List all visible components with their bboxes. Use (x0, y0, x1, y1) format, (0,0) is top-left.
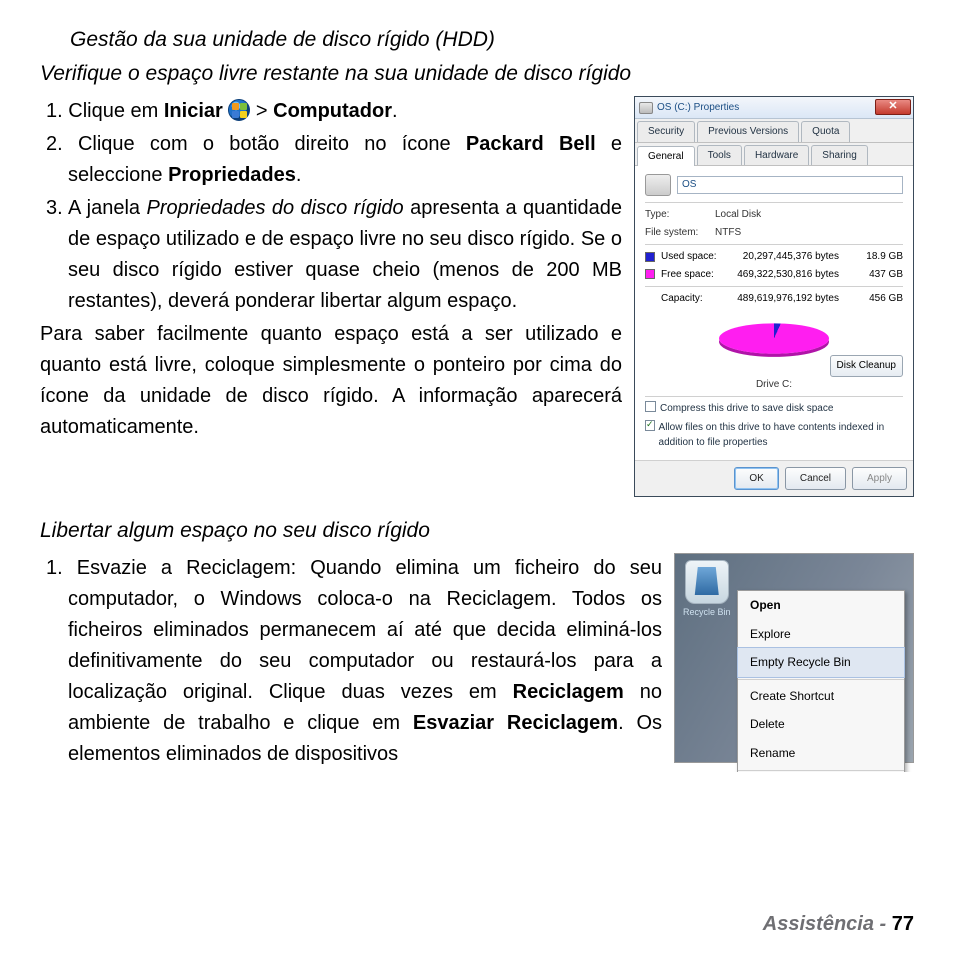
recycle-bin-label: Recycle Bin (683, 606, 731, 620)
menu-separator (738, 679, 904, 680)
used-space-row: Used space: 20,297,445,376 bytes 18.9 GB (645, 249, 903, 265)
capacity-label: Capacity: (661, 291, 729, 307)
used-color-swatch (645, 252, 655, 262)
used-label: Used space: (661, 249, 729, 265)
tab-previous-versions[interactable]: Previous Versions (697, 121, 799, 142)
properties-window: OS (C:) Properties ✕ Security Previous V… (634, 96, 914, 497)
menu-create-shortcut[interactable]: Create Shortcut (738, 682, 904, 711)
index-label: Allow files on this drive to have conten… (659, 420, 903, 451)
apply-button[interactable]: Apply (852, 467, 907, 491)
step-number: 2. (46, 133, 63, 155)
drive-icon (639, 102, 653, 114)
menu-rename[interactable]: Rename (738, 739, 904, 768)
menu-explore[interactable]: Explore (738, 620, 904, 649)
step-bold: Packard Bell (466, 133, 596, 155)
tabs-row-bottom: General Tools Hardware Sharing (635, 143, 913, 167)
tabs-row-top: Security Previous Versions Quota (635, 119, 913, 143)
tab-quota[interactable]: Quota (801, 121, 850, 142)
capacity-row: Capacity: 489,619,976,192 bytes 456 GB (645, 291, 903, 307)
cancel-button[interactable]: Cancel (785, 467, 846, 491)
step-bold: Computador (273, 100, 392, 122)
divider (645, 396, 903, 397)
type-value: Local Disk (715, 207, 761, 223)
step-bold: Iniciar (164, 100, 223, 122)
step-number: 1. (46, 557, 63, 579)
properties-dialog-figure: OS (C:) Properties ✕ Security Previous V… (634, 96, 914, 497)
disk-cleanup-button[interactable]: Disk Cleanup (830, 355, 903, 377)
filesystem-value: NTFS (715, 225, 741, 241)
step-bold: Propriedades (168, 164, 296, 186)
index-checkbox[interactable]: ✓ (645, 420, 655, 431)
compress-checkbox[interactable] (645, 401, 656, 412)
used-bytes: 20,297,445,376 bytes (729, 249, 839, 265)
recycle-bin-desktop-icon[interactable]: Recycle Bin (683, 560, 731, 620)
free-label: Free space: (661, 267, 729, 283)
divider (645, 244, 903, 245)
drive-icon-large (645, 174, 671, 196)
step-number: 3. (46, 197, 63, 219)
properties-body: OS Type:Local Disk File system:NTFS Used… (635, 166, 913, 460)
titlebar: OS (C:) Properties ✕ (635, 97, 913, 119)
page-footer: Assistência - 77 (763, 913, 914, 936)
free-space-row: Free space: 469,322,530,816 bytes 437 GB (645, 267, 903, 283)
divider (645, 286, 903, 287)
step-italic: Propriedades do disco rígido (146, 197, 403, 219)
page-number: 77 (892, 913, 914, 935)
filesystem-label: File system: (645, 225, 715, 241)
type-label: Type: (645, 207, 715, 223)
free-bytes: 469,322,530,816 bytes (729, 267, 839, 283)
step-text: . (296, 164, 302, 186)
tab-hardware[interactable]: Hardware (744, 145, 809, 166)
tab-sharing[interactable]: Sharing (811, 145, 867, 166)
usage-pie-chart: Disk Cleanup (645, 311, 903, 381)
tab-tools[interactable]: Tools (697, 145, 742, 166)
used-gb: 18.9 GB (839, 249, 903, 265)
desktop-background: Recycle Bin Open Explore Empty Recycle B… (674, 553, 914, 763)
recycle-bin-icon (685, 560, 729, 604)
footer-label: Assistência - (763, 913, 892, 935)
step-text: Clique em (68, 100, 164, 122)
compress-label: Compress this drive to save disk space (660, 401, 833, 417)
ok-button[interactable]: OK (734, 467, 778, 491)
recycle-context-figure: Recycle Bin Open Explore Empty Recycle B… (674, 553, 914, 763)
volume-name-input[interactable]: OS (677, 176, 903, 194)
window-title: OS (C:) Properties (657, 100, 739, 116)
capacity-bytes: 489,619,976,192 bytes (729, 291, 839, 307)
capacity-gb: 456 GB (839, 291, 903, 307)
step-text: > (250, 100, 273, 122)
step-bold: Reciclagem (513, 681, 624, 703)
close-button[interactable]: ✕ (875, 99, 911, 115)
dialog-buttons: OK Cancel Apply (635, 460, 913, 497)
step-number: 1. (46, 100, 63, 122)
menu-delete[interactable]: Delete (738, 710, 904, 739)
step-text: . (392, 100, 398, 122)
menu-separator (738, 770, 904, 771)
menu-empty-recycle-bin[interactable]: Empty Recycle Bin (737, 647, 905, 678)
free-gb: 437 GB (839, 267, 903, 283)
free-color-swatch (645, 269, 655, 279)
step-bold: Esvaziar Reciclagem (413, 712, 618, 734)
menu-open[interactable]: Open (738, 591, 904, 620)
step-text: A janela (68, 197, 146, 219)
pie-icon (719, 323, 829, 353)
start-orb-icon (228, 99, 250, 121)
divider (645, 202, 903, 203)
step-text: Clique com o botão direito no ícone (78, 133, 466, 155)
context-menu: Open Explore Empty Recycle Bin Create Sh… (737, 590, 905, 772)
subsection-free-space: Libertar algum espaço no seu disco rígid… (40, 519, 914, 543)
section-title: Gestão da sua unidade de disco rígido (H… (70, 28, 914, 52)
subsection-check-free-space: Verifique o espaço livre restante na sua… (40, 62, 914, 86)
tab-general[interactable]: General (637, 146, 695, 167)
tab-security[interactable]: Security (637, 121, 695, 142)
